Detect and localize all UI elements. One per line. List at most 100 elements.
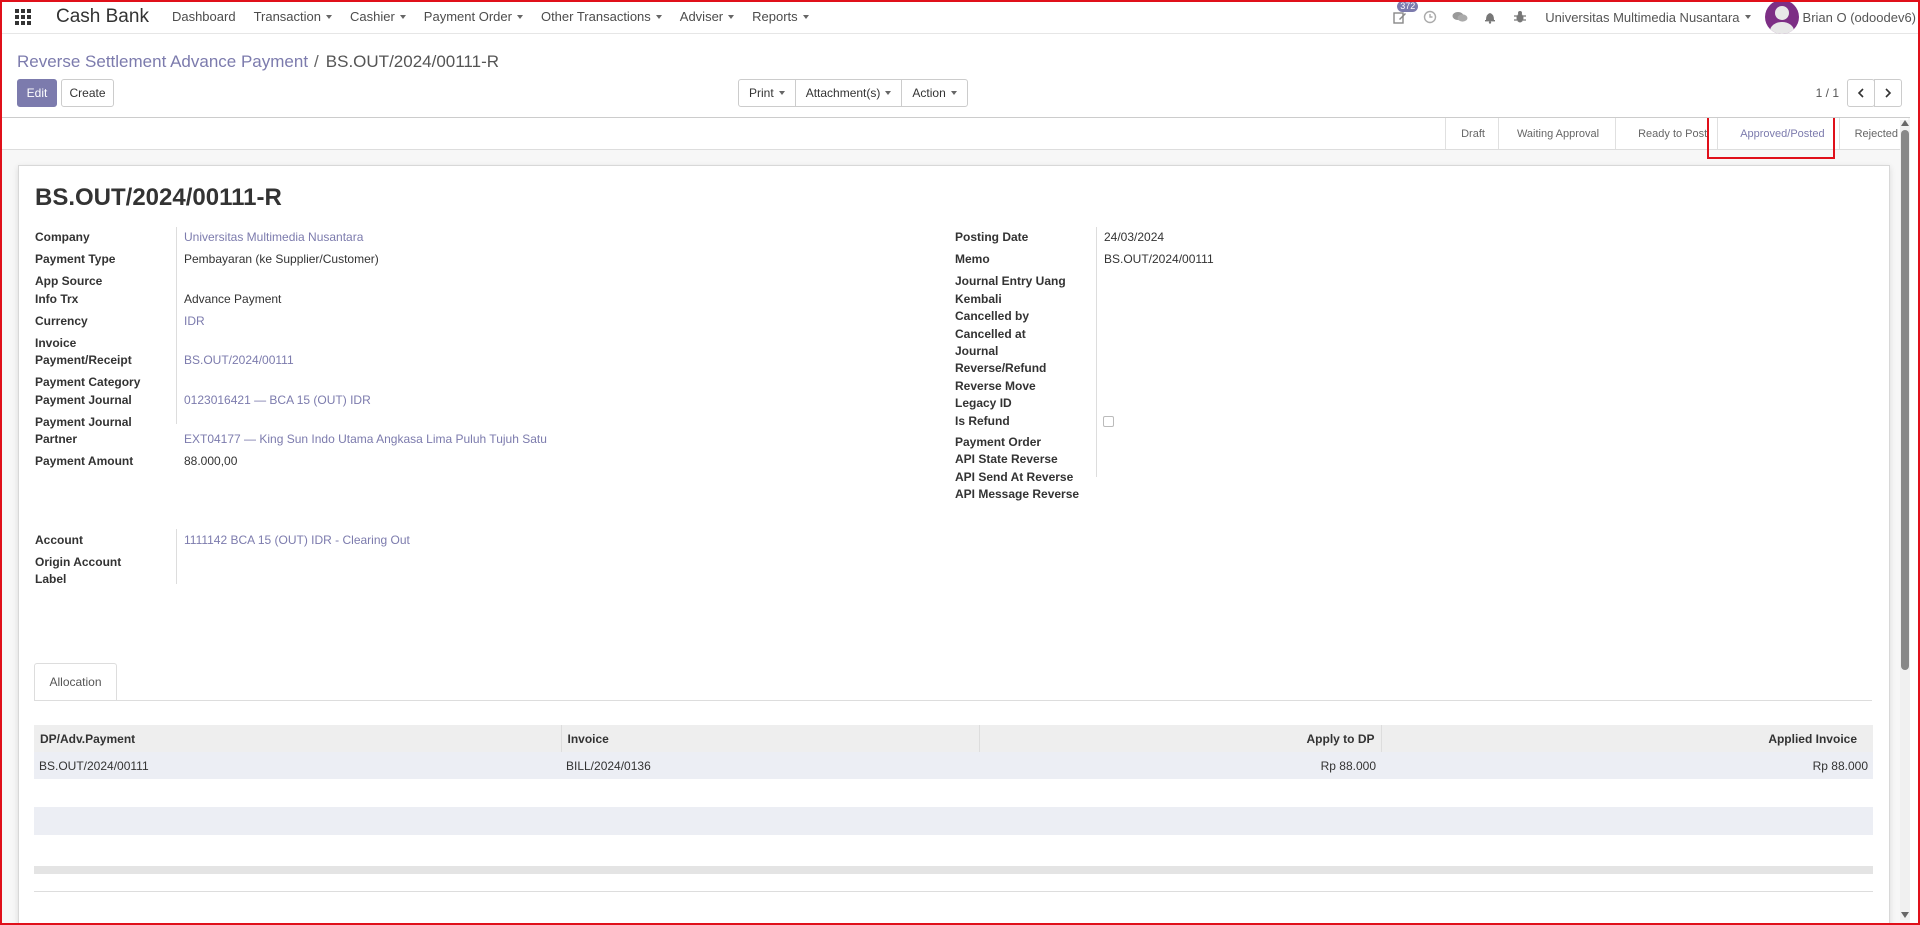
tab-allocation-label: Allocation bbox=[49, 675, 102, 689]
chevron-down-icon bbox=[1744, 15, 1751, 19]
clock-icon[interactable] bbox=[1415, 0, 1445, 34]
chevron-down-icon bbox=[885, 91, 892, 95]
action-label: Action bbox=[912, 86, 946, 100]
payment-journal-partner-value[interactable]: EXT04177 — King Sun Indo Utama Angkasa L… bbox=[184, 431, 547, 448]
form-sheet: BS.OUT/2024/00111-R Company Universitas … bbox=[18, 165, 1890, 923]
bug-icon[interactable] bbox=[1505, 0, 1535, 34]
company-label: Company bbox=[35, 230, 90, 244]
table-footer bbox=[34, 866, 1873, 874]
journal-reverse-refund-label-line2: Reverse/Refund bbox=[955, 361, 1047, 375]
pager-next-button[interactable] bbox=[1874, 79, 1902, 107]
info-trx-label: Info Trx bbox=[35, 292, 79, 306]
app-brand[interactable]: Cash Bank bbox=[56, 6, 149, 28]
journal-entry-uang-kembali-label-line1: Journal Entry Uang bbox=[955, 274, 1066, 288]
menu-cashier[interactable]: Cashier bbox=[350, 9, 406, 24]
menu-payment-order[interactable]: Payment Order bbox=[424, 9, 523, 24]
chevron-down-icon bbox=[802, 14, 809, 19]
menu-reports-label: Reports bbox=[752, 9, 798, 24]
company-switcher[interactable]: Universitas Multimedia Nusantara bbox=[1545, 9, 1751, 25]
print-label: Print bbox=[749, 86, 774, 100]
cell-dp-adv-payment: BS.OUT/2024/00111 bbox=[34, 752, 561, 779]
payment-amount-label: Payment Amount bbox=[35, 454, 134, 468]
info-trx-value: Advance Payment bbox=[184, 292, 282, 306]
company-value[interactable]: Universitas Multimedia Nusantara bbox=[184, 229, 363, 246]
breadcrumb-separator: / bbox=[314, 52, 319, 71]
table-row[interactable]: BS.OUT/2024/00111 BILL/2024/0136 Rp 88.0… bbox=[34, 752, 1873, 779]
menu-adviser-label: Adviser bbox=[679, 9, 724, 24]
column-invoice[interactable]: Invoice bbox=[561, 725, 980, 752]
control-panel: Reverse Settlement Advance Payment / BS.… bbox=[0, 35, 1920, 117]
user-avatar[interactable] bbox=[1764, 0, 1799, 34]
menu-dashboard[interactable]: Dashboard bbox=[172, 9, 236, 24]
attachments-dropdown-button[interactable]: Attachment(s) bbox=[794, 79, 903, 107]
status-bar: Draft Waiting Approval Ready to Post App… bbox=[2, 118, 1908, 159]
payment-category-label: Payment Category bbox=[35, 375, 141, 389]
action-dropdown-button[interactable]: Action bbox=[901, 79, 968, 107]
cancelled-by-label: Cancelled by bbox=[955, 309, 1030, 323]
cell-invoice: BILL/2024/0136 bbox=[561, 752, 979, 779]
payment-order-label: Payment Order bbox=[955, 435, 1042, 449]
edit-activity-icon[interactable]: 372 bbox=[1385, 0, 1419, 34]
scroll-up-icon[interactable] bbox=[1901, 120, 1909, 126]
user-menu[interactable]: Brian O (odoodev6) bbox=[1803, 10, 1916, 25]
invoice-label-line1: Invoice bbox=[35, 336, 77, 350]
stage-draft[interactable]: Draft bbox=[1445, 118, 1498, 149]
menu-cashier-label: Cashier bbox=[350, 9, 395, 24]
column-apply-to-dp[interactable]: Apply to DP bbox=[979, 725, 1382, 752]
allocation-table: DP/Adv.Payment Invoice Apply to DP Appli… bbox=[34, 725, 1873, 779]
vertical-scrollbar[interactable] bbox=[1900, 120, 1910, 920]
breadcrumb-current: BS.OUT/2024/00111-R bbox=[325, 52, 500, 71]
payment-journal-value[interactable]: 0123016421 — BCA 15 (OUT) IDR bbox=[184, 392, 371, 409]
app-source-label: App Source bbox=[35, 274, 103, 288]
invoice-value[interactable]: BS.OUT/2024/00111 bbox=[184, 352, 294, 369]
stage-rejected[interactable]: Rejected bbox=[1838, 118, 1908, 149]
menu-transaction[interactable]: Transaction bbox=[254, 9, 332, 24]
action-button-group: Print Attachment(s) Action bbox=[738, 79, 968, 107]
navbar-right: 372 Universitas Multimedia Nusantara Bri… bbox=[1385, 0, 1920, 34]
current-stage-highlight bbox=[1707, 118, 1835, 159]
menu-other-transactions[interactable]: Other Transactions bbox=[541, 9, 662, 24]
pager-value[interactable]: 1 / 1 bbox=[1816, 86, 1839, 100]
edit-button[interactable]: Edit bbox=[17, 79, 57, 107]
account-label: Account bbox=[35, 533, 83, 547]
journal-reverse-refund-label-line1: Journal bbox=[955, 344, 999, 358]
company-switcher-label: Universitas Multimedia Nusantara bbox=[1545, 9, 1740, 25]
table-header-row: DP/Adv.Payment Invoice Apply to DP Appli… bbox=[34, 725, 1873, 752]
payment-journal-label: Payment Journal bbox=[35, 393, 132, 407]
stage-waiting-approval[interactable]: Waiting Approval bbox=[1497, 118, 1615, 149]
menu-reports[interactable]: Reports bbox=[752, 9, 809, 24]
breadcrumb: Reverse Settlement Advance Payment / BS.… bbox=[17, 52, 499, 72]
chevron-down-icon bbox=[516, 14, 523, 19]
menu-other-transactions-label: Other Transactions bbox=[540, 9, 651, 24]
create-button[interactable]: Create bbox=[61, 79, 114, 107]
apps-menu-icon[interactable] bbox=[0, 0, 46, 34]
reverse-move-label: Reverse Move bbox=[955, 379, 1036, 393]
api-send-at-reverse-label: API Send At Reverse bbox=[955, 470, 1074, 484]
chevron-down-icon bbox=[778, 91, 785, 95]
form-content-area: Draft Waiting Approval Ready to Post App… bbox=[2, 117, 1910, 923]
origin-account-label-line1: Origin Account bbox=[35, 555, 122, 569]
memo-value: BS.OUT/2024/00111 bbox=[1104, 252, 1214, 266]
tab-allocation[interactable]: Allocation bbox=[34, 663, 117, 701]
column-applied-invoice[interactable]: Applied Invoice bbox=[1381, 725, 1873, 752]
origin-account-label-line2: Label bbox=[35, 572, 67, 586]
empty-table-row bbox=[34, 807, 1873, 835]
print-dropdown-button[interactable]: Print bbox=[738, 79, 796, 107]
legacy-id-label: Legacy ID bbox=[955, 396, 1012, 410]
chat-icon[interactable] bbox=[1445, 0, 1475, 34]
scroll-down-icon[interactable] bbox=[1901, 912, 1909, 918]
right-group-separator bbox=[1096, 227, 1097, 477]
menu-adviser[interactable]: Adviser bbox=[679, 9, 735, 24]
scrollbar-thumb[interactable] bbox=[1901, 130, 1909, 670]
posting-date-value: 24/03/2024 bbox=[1104, 230, 1165, 244]
invoice-label-line2: Payment/Receipt bbox=[35, 353, 132, 367]
currency-value[interactable]: IDR bbox=[184, 313, 205, 330]
stage-ready-to-post[interactable]: Ready to Post bbox=[1615, 118, 1717, 149]
is-refund-label: Is Refund bbox=[955, 414, 1010, 428]
column-dp-adv-payment[interactable]: DP/Adv.Payment bbox=[34, 725, 562, 752]
bell-icon[interactable] bbox=[1475, 0, 1505, 34]
stage-pipeline: Draft Waiting Approval Ready to Post App… bbox=[1445, 118, 1908, 149]
account-value[interactable]: 1111142 BCA 15 (OUT) IDR - Clearing Out bbox=[184, 532, 410, 549]
pager-previous-button[interactable] bbox=[1847, 79, 1875, 107]
breadcrumb-parent-link[interactable]: Reverse Settlement Advance Payment bbox=[17, 52, 308, 72]
